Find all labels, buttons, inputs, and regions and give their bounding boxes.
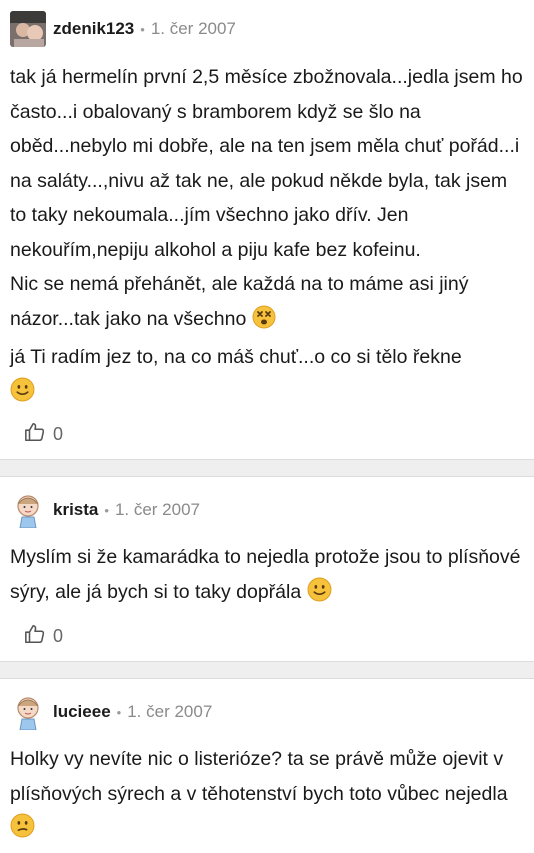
avatar[interactable] bbox=[10, 694, 46, 730]
meta-separator: • bbox=[104, 502, 109, 518]
post-date: 1. čer 2007 bbox=[114, 500, 200, 519]
post-body: tak já hermelín první 2,5 měsíce zbožnov… bbox=[10, 60, 524, 413]
like-button[interactable]: 0 bbox=[24, 621, 524, 651]
post-text: já Ti radím jez to, na co máš chuť...o c… bbox=[10, 346, 462, 368]
like-count: 0 bbox=[53, 625, 64, 646]
post: lucieee • 1. čer 2007 Holky vy nevíte ni… bbox=[0, 679, 534, 850]
post-text: Nic se nemá přehánět, ale každá na to má… bbox=[10, 273, 469, 330]
avatar[interactable] bbox=[10, 11, 46, 47]
author-name[interactable]: zdenik123 bbox=[53, 19, 134, 39]
like-count: 0 bbox=[53, 423, 64, 444]
post-text: Holky vy nevíte nic o listerióze? ta se … bbox=[10, 748, 508, 805]
avatar[interactable] bbox=[10, 492, 46, 528]
post-text: Myslím si že kamarádka to nejedla protož… bbox=[10, 546, 521, 603]
post: zdenik123 • 1. čer 2007 tak já hermelín … bbox=[0, 0, 534, 449]
meta-separator: • bbox=[140, 21, 145, 37]
thumbs-up-icon bbox=[24, 623, 46, 650]
smile-emoji-icon bbox=[307, 577, 332, 614]
post-date: 1. čer 2007 bbox=[150, 19, 236, 38]
post: krista • 1. čer 2007 Myslím si že kamará… bbox=[0, 477, 534, 651]
post-body: Holky vy nevíte nic o listerióze? ta se … bbox=[10, 742, 524, 850]
confused-face-emoji-icon bbox=[10, 813, 35, 850]
post-header: krista • 1. čer 2007 bbox=[10, 492, 524, 528]
smile-emoji-icon bbox=[10, 377, 35, 414]
post-date: 1. čer 2007 bbox=[127, 702, 213, 721]
post-text: tak já hermelín první 2,5 měsíce zbožnov… bbox=[10, 66, 523, 261]
like-button[interactable]: 0 bbox=[24, 419, 524, 449]
author-name[interactable]: krista bbox=[53, 500, 98, 520]
post-header: lucieee • 1. čer 2007 bbox=[10, 694, 524, 730]
dizzy-face-emoji-icon bbox=[252, 305, 276, 341]
thumbs-up-icon bbox=[24, 421, 46, 448]
author-name[interactable]: lucieee bbox=[53, 702, 111, 722]
meta-separator: • bbox=[116, 704, 122, 720]
post-divider bbox=[0, 459, 534, 477]
post-body: Myslím si že kamarádka to nejedla protož… bbox=[10, 540, 524, 613]
post-header: zdenik123 • 1. čer 2007 bbox=[10, 11, 524, 47]
post-divider bbox=[0, 661, 534, 679]
